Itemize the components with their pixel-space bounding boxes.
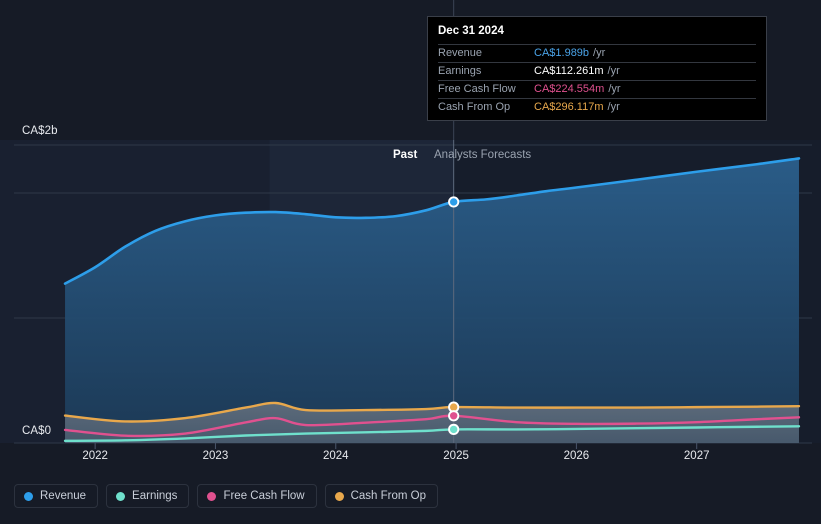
- tooltip-metric-rows: Revenue CA$1.989b/yr Earnings CA$112.261m/y…: [438, 44, 756, 116]
- x-axis-tick-2022: 2022: [82, 450, 108, 462]
- tooltip-metric-label: Free Cash Flow: [438, 83, 516, 95]
- x-axis-tick-2023: 2023: [202, 450, 229, 462]
- tooltip-row: Earnings CA$112.261m/yr: [438, 62, 756, 80]
- tooltip-metric-value: CA$112.261m: [534, 65, 604, 77]
- tooltip-metric-label: Revenue: [438, 47, 483, 59]
- legend-item-label: Cash From Op: [350, 490, 427, 502]
- marker-cash-from-op[interactable]: [449, 403, 458, 411]
- tooltip-row: Revenue CA$1.989b/yr: [438, 44, 756, 62]
- legend-color-swatch-icon: [207, 491, 217, 501]
- tooltip-metric-label: Earnings: [438, 65, 482, 77]
- tooltip-metric-value: CA$224.554m: [534, 83, 605, 95]
- tooltip-metric-unit: /yr: [608, 83, 621, 95]
- tooltip-row: Free Cash Flow CA$224.554m/yr: [438, 80, 756, 98]
- tooltip-metric-unit: /yr: [593, 47, 606, 59]
- tooltip-date-title: Dec 31 2024: [438, 25, 504, 37]
- data-point-tooltip: Dec 31 2024 Revenue CA$1.989b/yr Earnings C…: [427, 16, 767, 121]
- marker-earnings[interactable]: [449, 425, 458, 434]
- x-axis-tick-2027: 2027: [683, 450, 710, 462]
- legend-item-label: Revenue: [40, 490, 87, 502]
- tooltip-row: Cash From Op CA$296.117m/yr: [438, 98, 756, 116]
- legend-item-label: Free Cash Flow: [223, 490, 305, 502]
- legend-item-label: Earnings: [132, 490, 178, 502]
- forecast-period-label: Analysts Forecasts: [434, 149, 532, 161]
- legend-color-swatch-icon: [24, 491, 33, 501]
- x-axis-tick-2024: 2024: [322, 450, 349, 462]
- past-period-label: Past: [393, 149, 418, 161]
- marker-revenue[interactable]: [449, 198, 458, 206]
- legend-item-free-cash-flow[interactable]: Free Cash Flow: [197, 484, 317, 508]
- legend-color-swatch-icon: [116, 491, 126, 501]
- tooltip-metric-unit: /yr: [607, 101, 620, 113]
- tooltip-metric-value: CA$1.989b: [534, 47, 590, 59]
- x-axis-tick-2026: 2026: [563, 450, 590, 462]
- legend-color-swatch-icon: [334, 491, 344, 501]
- tooltip-metric-label: Cash From Op: [438, 101, 511, 113]
- tooltip-metric-unit: /yr: [607, 65, 620, 77]
- marker-free-cash-flow[interactable]: [449, 412, 458, 420]
- chart-legend[interactable]: Revenue Earnings Free Cash Flow Cash From O…: [14, 484, 439, 508]
- legend-item-cash-from-op[interactable]: Cash From Op: [324, 484, 439, 508]
- x-axis-tick-2025: 2025: [443, 450, 469, 462]
- legend-item-revenue[interactable]: Revenue: [14, 484, 99, 508]
- financial-chart-widget: CA$2b CA$0 2022 2023 2024 2025 2026 2027 Past…: [0, 0, 821, 524]
- tooltip-metric-value: CA$296.117m: [534, 101, 604, 113]
- legend-item-earnings[interactable]: Earnings: [106, 484, 190, 508]
